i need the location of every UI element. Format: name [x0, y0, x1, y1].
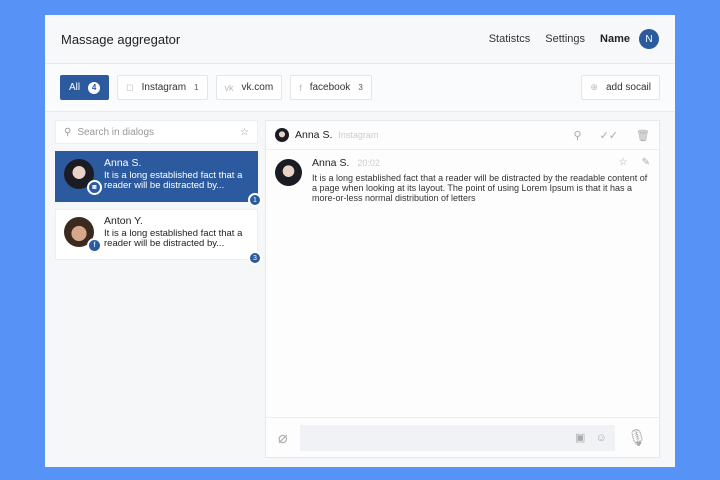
star-icon[interactable]: ☆ — [240, 127, 249, 138]
pin-icon[interactable]: ✎ — [642, 158, 650, 168]
filter-count: 1 — [194, 83, 199, 92]
message-text: It is a long established fact that a rea… — [312, 173, 648, 203]
double-check-icon[interactable]: ✓✓ — [600, 129, 618, 142]
facebook-icon: f — [87, 238, 102, 253]
avatar: ◙ — [64, 159, 102, 195]
plus-circle-icon: ⊕ — [590, 82, 598, 92]
unread-badge: 1 — [248, 193, 262, 207]
emoji-icon[interactable]: ☺ — [595, 432, 606, 444]
facebook-icon: f — [299, 82, 302, 93]
attach-icon[interactable]: ⌀ — [278, 428, 288, 448]
filter-count: 3 — [358, 83, 363, 92]
filter-facebook[interactable]: f facebook 3 — [290, 75, 372, 100]
header: Massage aggregator Statistcs Settings Na… — [45, 15, 675, 64]
avatar[interactable]: N — [639, 29, 659, 49]
chat-panel: Anna S. Instagram ⚲ ✓✓ 🗑︎ Anna S. 20:02 ☆… — [265, 120, 660, 458]
add-social-button[interactable]: ⊕ add socail — [581, 75, 660, 100]
filter-bar: All 4 ◻ Instagram 1 vk vk.com f facebook 3 ⊕ ad… — [45, 64, 675, 112]
search-input[interactable]: ⚲ Search in dialogs ☆ — [55, 120, 258, 144]
microphone-icon[interactable]: 🎙︎ — [627, 428, 647, 448]
add-social-label: add socail — [605, 82, 651, 93]
filter-label: vk.com — [241, 82, 274, 93]
chat-network: Instagram — [338, 130, 379, 140]
filter-count: 4 — [88, 81, 101, 94]
filter-label: Instagram — [141, 82, 187, 93]
dialog-name: Anton Y. — [104, 215, 143, 227]
dialog-list: ⚲ Search in dialogs ☆ ◙ Anna S. It is a l… — [55, 120, 262, 265]
filter-label: All — [69, 82, 81, 93]
dialog-name: Anna S. — [104, 157, 142, 169]
composer: ⌀ ▣ ☺ 🎙︎ — [266, 417, 659, 457]
search-placeholder: Search in dialogs — [77, 126, 155, 138]
message-author: Anna S. — [312, 157, 350, 169]
avatar — [275, 128, 289, 142]
avatar: f — [64, 217, 102, 253]
filter-label: facebook — [309, 82, 351, 93]
app-window: Massage aggregator Statistcs Settings Na… — [45, 15, 675, 467]
chat-contact-name: Anna S. — [295, 129, 333, 141]
star-icon[interactable]: ☆ — [619, 158, 628, 168]
dialog-item[interactable]: ◙ Anna S. It is a long established fact t… — [55, 151, 262, 207]
user-name[interactable]: Name — [600, 33, 630, 45]
dialog-preview: It is a long established fact that a rea… — [104, 169, 243, 191]
filter-instagram[interactable]: ◻ Instagram 1 — [117, 75, 208, 100]
trash-icon[interactable]: 🗑︎ — [636, 129, 650, 142]
nav-settings[interactable]: Settings — [545, 33, 585, 45]
message: Anna S. 20:02 ☆ ✎ It is a long established… — [266, 150, 659, 211]
message-time: 20:02 — [357, 158, 380, 168]
search-icon[interactable]: ⚲ — [574, 129, 582, 142]
dialog-item[interactable]: f Anton Y. It is a long established fact … — [55, 209, 262, 265]
avatar — [275, 159, 302, 186]
nav-statistics[interactable]: Statistcs — [489, 33, 531, 45]
instagram-icon: ◙ — [87, 180, 102, 195]
search-icon: ⚲ — [64, 126, 72, 138]
dialog-preview: It is a long established fact that a rea… — [104, 227, 243, 249]
filter-all[interactable]: All 4 — [60, 75, 110, 100]
filter-vk[interactable]: vk vk.com — [215, 75, 283, 100]
instagram-icon: ◻ — [126, 82, 134, 92]
unread-badge: 3 — [248, 251, 262, 265]
app-title: Massage aggregator — [61, 31, 181, 47]
image-icon[interactable]: ▣ — [575, 431, 585, 444]
vk-icon: vk — [224, 82, 234, 93]
message-input[interactable]: ▣ ☺ — [299, 424, 615, 451]
chat-header: Anna S. Instagram ⚲ ✓✓ 🗑︎ — [266, 121, 659, 150]
